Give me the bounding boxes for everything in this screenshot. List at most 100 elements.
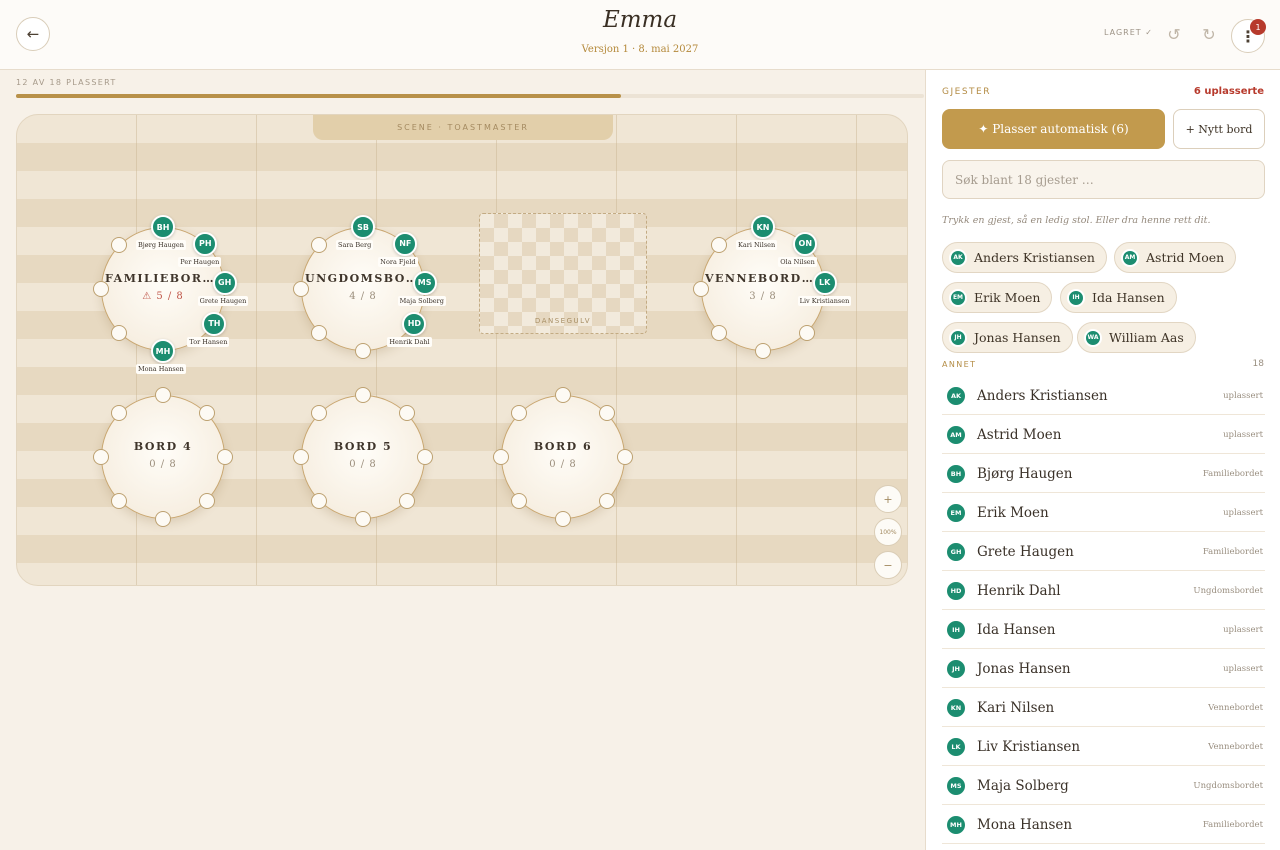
- empty-seat[interactable]: [198, 492, 215, 509]
- guest-name: Jonas Hansen: [977, 660, 1071, 677]
- guest-name: Henrik Dahl: [977, 582, 1061, 599]
- zoom-level[interactable]: 100%: [874, 518, 902, 546]
- empty-seat[interactable]: [198, 405, 215, 422]
- empty-seat[interactable]: [217, 449, 233, 465]
- chip-name: Ida Hansen: [1092, 290, 1165, 305]
- guest-status: Familiebordet: [1202, 546, 1263, 557]
- guest-name: Ida Hansen: [977, 621, 1056, 638]
- new-table-button[interactable]: + Nytt bord: [1173, 109, 1265, 149]
- avatar: IH: [1067, 288, 1085, 307]
- empty-seat[interactable]: [598, 492, 615, 509]
- avatar: AM: [1121, 248, 1139, 267]
- empty-seat[interactable]: [711, 324, 728, 341]
- top-bar: ← Emma Versjon 1 · 8. mai 2027 LAGRET ✓ …: [0, 0, 1280, 70]
- empty-seat[interactable]: [398, 492, 415, 509]
- guest-seat[interactable]: PH: [193, 231, 218, 256]
- undo-button[interactable]: ↺: [1161, 21, 1187, 47]
- guest-seat[interactable]: KN: [751, 215, 775, 239]
- empty-seat[interactable]: [555, 387, 571, 403]
- guest-seat[interactable]: SB: [351, 215, 375, 239]
- guest-row[interactable]: HD Henrik Dahl Ungdomsbordet: [942, 572, 1265, 610]
- empty-seat[interactable]: [311, 324, 328, 341]
- floor-divider: [256, 115, 257, 585]
- empty-seat[interactable]: [355, 387, 371, 403]
- empty-seat[interactable]: [693, 281, 709, 297]
- empty-seat[interactable]: [417, 449, 433, 465]
- guest-name: Anders Kristiansen: [977, 387, 1108, 404]
- guest-seat[interactable]: MS: [412, 270, 437, 295]
- empty-seat[interactable]: [355, 343, 371, 359]
- guest-seat[interactable]: ON: [793, 231, 818, 256]
- chip-name: William Aas: [1109, 330, 1184, 345]
- avatar: KN: [945, 696, 967, 719]
- table-name: BORD 6: [533, 440, 593, 453]
- guest-row[interactable]: AK Anders Kristiansen uplassert: [942, 377, 1265, 415]
- zoom-in-button[interactable]: +: [874, 485, 902, 513]
- empty-seat[interactable]: [617, 449, 633, 465]
- empty-seat[interactable]: [155, 511, 171, 527]
- unplaced-guest-chip[interactable]: EM Erik Moen: [942, 282, 1053, 313]
- guest-seat[interactable]: TH: [202, 311, 227, 336]
- empty-seat[interactable]: [598, 405, 615, 422]
- guest-seat[interactable]: GH: [212, 270, 237, 295]
- avatar: EM: [945, 501, 967, 524]
- floor-plan[interactable]: SCENE · TOASTMASTER DANSEGULV + 100% − F…: [16, 114, 908, 586]
- empty-seat[interactable]: [493, 449, 509, 465]
- guest-seat[interactable]: HD: [402, 311, 427, 336]
- guest-seat[interactable]: BH: [151, 215, 175, 239]
- guest-seat-label: Bjørg Haugen: [136, 240, 186, 250]
- guest-seat[interactable]: LK: [812, 270, 837, 295]
- progress-label: 12 AV 18 PLASSERT: [16, 78, 117, 87]
- guest-name: Grete Haugen: [977, 543, 1074, 560]
- redo-button[interactable]: ↻: [1196, 21, 1222, 47]
- empty-seat[interactable]: [755, 343, 771, 359]
- zoom-out-button[interactable]: −: [874, 551, 902, 579]
- avatar: JH: [945, 657, 967, 680]
- empty-seat[interactable]: [311, 492, 328, 509]
- unplaced-guest-chip[interactable]: AM Astrid Moen: [1114, 242, 1237, 273]
- unplaced-guest-chip[interactable]: IH Ida Hansen: [1060, 282, 1177, 313]
- unplaced-guest-chip[interactable]: WA William Aas: [1077, 322, 1196, 353]
- guest-row[interactable]: BH Bjørg Haugen Familiebordet: [942, 455, 1265, 493]
- table-name: VENNEBORDET: [705, 272, 822, 285]
- empty-seat[interactable]: [155, 387, 171, 403]
- empty-seat[interactable]: [111, 324, 128, 341]
- guest-seat-label: Liv Kristiansen: [797, 295, 852, 306]
- guest-search-input[interactable]: [942, 160, 1265, 199]
- empty-seat[interactable]: [293, 449, 309, 465]
- guest-row[interactable]: KN Kari Nilsen Vennebordet: [942, 689, 1265, 727]
- chip-name: Anders Kristiansen: [974, 250, 1095, 265]
- chip-name: Erik Moen: [974, 290, 1041, 305]
- empty-seat[interactable]: [93, 449, 109, 465]
- guest-seat[interactable]: MH: [151, 339, 175, 363]
- unplaced-guest-chip[interactable]: JH Jonas Hansen: [942, 322, 1073, 353]
- unplaced-guest-chip[interactable]: AK Anders Kristiansen: [942, 242, 1107, 273]
- guest-seat-label: Per Haugen: [178, 256, 222, 267]
- auto-place-button[interactable]: ✦ Plasser automatisk (6): [942, 109, 1165, 149]
- guest-row[interactable]: AM Astrid Moen uplassert: [942, 416, 1265, 454]
- avatar: GH: [945, 540, 967, 563]
- floor-divider: [496, 115, 497, 585]
- empty-seat[interactable]: [293, 281, 309, 297]
- guest-row[interactable]: LK Liv Kristiansen Vennebordet: [942, 728, 1265, 766]
- stage: SCENE · TOASTMASTER: [313, 115, 613, 140]
- guest-row[interactable]: MS Maja Solberg Ungdomsbordet: [942, 767, 1265, 805]
- guest-row[interactable]: IH Ida Hansen uplassert: [942, 611, 1265, 649]
- empty-seat[interactable]: [93, 281, 109, 297]
- empty-seat[interactable]: [111, 492, 128, 509]
- guest-status: Familiebordet: [1202, 468, 1263, 479]
- empty-seat[interactable]: [798, 324, 815, 341]
- empty-seat[interactable]: [555, 511, 571, 527]
- guest-row[interactable]: EM Erik Moen uplassert: [942, 494, 1265, 532]
- guest-row[interactable]: MH Mona Hansen Familiebordet: [942, 806, 1265, 844]
- guest-seat[interactable]: NF: [393, 231, 418, 256]
- avatar: WA: [1084, 328, 1102, 347]
- avatar: JH: [949, 328, 967, 347]
- guest-status: uplassert: [1223, 663, 1263, 674]
- empty-seat[interactable]: [511, 492, 528, 509]
- guest-row[interactable]: GH Grete Haugen Familiebordet: [942, 533, 1265, 571]
- table-count: 0 / 8: [549, 459, 577, 470]
- empty-seat[interactable]: [355, 511, 371, 527]
- guest-row[interactable]: JH Jonas Hansen uplassert: [942, 650, 1265, 688]
- empty-seat[interactable]: [398, 405, 415, 422]
